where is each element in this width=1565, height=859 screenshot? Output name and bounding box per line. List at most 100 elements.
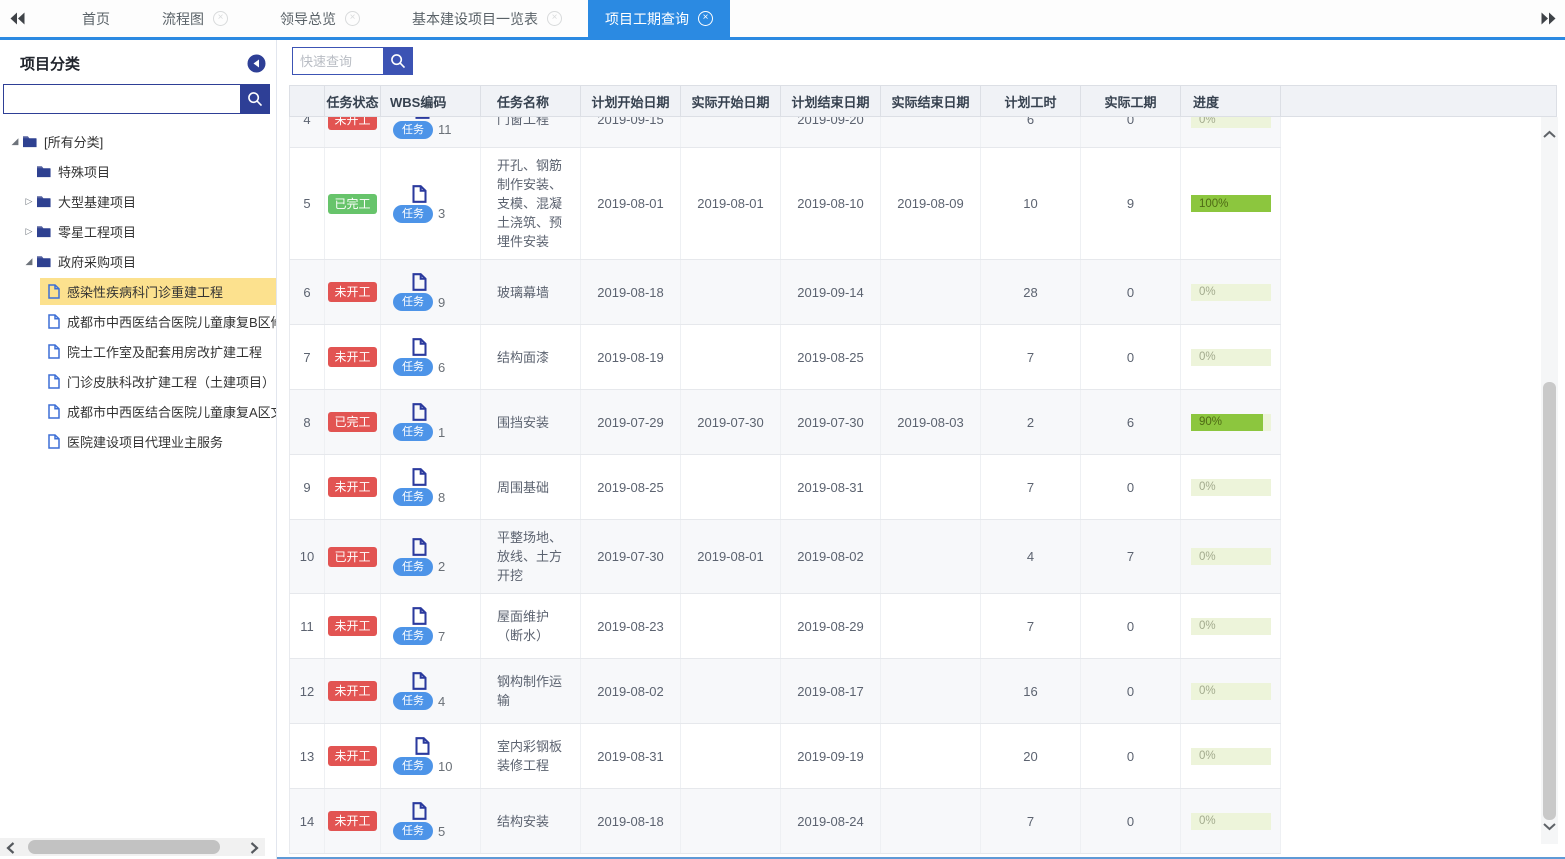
plan-end-date: 2019-08-24 xyxy=(781,789,881,853)
wbs-line: 任务 9 xyxy=(393,293,445,311)
table-row[interactable]: 7未开工任务6结构面漆2019-08-192019-08-25700% xyxy=(289,325,1281,390)
sidebar-search-button[interactable] xyxy=(240,85,269,113)
scroll-left-icon[interactable] xyxy=(6,841,15,859)
actual-duration: 0 xyxy=(1081,117,1181,148)
scroll-right-icon[interactable] xyxy=(250,841,259,859)
expand-icon[interactable]: ◢ xyxy=(8,136,22,147)
header-cell-task-status[interactable]: 任务状态 xyxy=(325,86,381,116)
tree-item-0[interactable]: ◢[所有分类] xyxy=(0,126,276,156)
tab-2[interactable]: 流程图× xyxy=(136,0,254,37)
tree-item-content: [所有分类] xyxy=(22,128,276,155)
header-cell-row-number[interactable] xyxy=(290,86,325,116)
header-cell-task-name[interactable]: 任务名称 xyxy=(481,86,581,116)
actual-end-date xyxy=(881,117,981,148)
tab-3[interactable]: 领导总览 × xyxy=(254,0,386,37)
row-number: 12 xyxy=(290,659,325,723)
scroll-down-icon[interactable] xyxy=(1543,818,1556,836)
tab-5[interactable]: 项目工期查询× xyxy=(588,0,730,37)
wbs-box: 任务7 xyxy=(393,607,445,645)
wbs-line: 任务11 xyxy=(393,121,452,139)
table-row[interactable]: 12未开工任务4钢构制作运输2019-08-022019-08-171600% xyxy=(289,659,1281,724)
header-cell-actual-start[interactable]: 实际开始日期 xyxy=(681,86,781,116)
quick-search-button[interactable] xyxy=(383,48,412,74)
actual-end-date xyxy=(881,455,981,519)
header-cell-actual-duration[interactable]: 实际工期 xyxy=(1081,86,1181,116)
progress-bar: 0% xyxy=(1191,618,1271,635)
progress-label: 0% xyxy=(1199,813,1216,830)
table-row[interactable]: 10已开工任务2平整场地、放线、土方开挖2019-07-302019-08-01… xyxy=(289,520,1281,594)
expand-icon[interactable]: ▷ xyxy=(22,226,36,237)
plan-end-date: 2019-08-02 xyxy=(781,520,881,593)
tree-item-6[interactable]: 成都市中西医结合医院儿童康复B区修缮 xyxy=(0,306,276,336)
table-row[interactable]: 8已完工任务1围挡安装2019-07-292019-07-302019-07-3… xyxy=(289,390,1281,455)
tree-item-label: 成都市中西医结合医院儿童康复A区文化 xyxy=(67,402,277,421)
tree-item-10[interactable]: 医院建设项目代理业主服务 xyxy=(0,426,276,456)
actual-start-date xyxy=(681,117,781,148)
tree-item-1[interactable]: 特殊项目 xyxy=(0,156,276,186)
status-badge: 未开工 xyxy=(328,117,376,130)
header-cell-plan-hours[interactable]: 计划工时 xyxy=(981,86,1081,116)
progress-label: 0% xyxy=(1199,683,1216,700)
tree-item-content: 成都市中西医结合医院儿童康复B区修缮 xyxy=(40,308,276,335)
tab-close-icon[interactable]: × xyxy=(345,11,360,26)
scroll-tabs-right-icon[interactable] xyxy=(1531,0,1565,37)
tree-item-7[interactable]: 院士工作室及配套用房改扩建工程 xyxy=(0,336,276,366)
task-name: 开孔、钢筋制作安装、支模、混凝土浇筑、预埋件安装 xyxy=(481,148,581,259)
table-row[interactable]: 4未开工任务11门窗工程2019-09-152019-09-20600% xyxy=(289,117,1281,148)
table-vscrollbar[interactable] xyxy=(1541,117,1558,844)
actual-end-date: 2019-08-09 xyxy=(881,148,981,259)
plan-hours: 6 xyxy=(981,117,1081,148)
tree-item-5[interactable]: 感染性疾病科门诊重建工程 xyxy=(0,276,276,306)
header-cell-progress[interactable]: 进度 xyxy=(1181,86,1281,116)
task-badge: 任务 xyxy=(393,293,433,311)
folder-icon xyxy=(22,135,37,148)
tree-item-2[interactable]: ▷大型基建项目 xyxy=(0,186,276,216)
sidebar-search-input[interactable] xyxy=(4,85,240,113)
tree-item-label: 医院建设项目代理业主服务 xyxy=(67,432,223,451)
expand-icon[interactable]: ▷ xyxy=(22,196,36,207)
header-cell-plan-end[interactable]: 计划结束日期 xyxy=(781,86,881,116)
table-row[interactable]: 13未开工任务10室内彩钢板装修工程2019-08-312019-09-1920… xyxy=(289,724,1281,789)
tab-4[interactable]: 基本建设项目一览表× xyxy=(386,0,588,37)
sidebar-collapse-button[interactable] xyxy=(247,54,266,73)
wbs-number: 8 xyxy=(438,490,445,505)
tree-hscrollbar[interactable] xyxy=(0,838,265,856)
plan-end-date: 2019-08-25 xyxy=(781,325,881,389)
table-row[interactable]: 6未开工任务9玻璃幕墙2019-08-182019-09-142800% xyxy=(289,260,1281,325)
scroll-up-icon[interactable] xyxy=(1543,125,1556,143)
plan-hours: 7 xyxy=(981,325,1081,389)
plan-start-date: 2019-08-31 xyxy=(581,724,681,788)
plan-start-date: 2019-07-29 xyxy=(581,390,681,454)
wbs-number: 9 xyxy=(438,295,445,310)
actual-duration: 0 xyxy=(1081,659,1181,723)
progress-bar: 0% xyxy=(1191,349,1271,366)
header-cell-wbs-code[interactable]: WBS编码 xyxy=(381,86,481,116)
table-row[interactable]: 5已完工任务3开孔、钢筋制作安装、支模、混凝土浇筑、预埋件安装2019-08-0… xyxy=(289,148,1281,260)
tab-close-icon[interactable]: × xyxy=(698,11,713,26)
status-cell: 未开工 xyxy=(325,117,381,148)
tab-label: 领导总览 xyxy=(280,9,336,29)
scroll-tabs-left-icon[interactable] xyxy=(0,0,34,37)
table-row[interactable]: 11未开工任务7屋面维护（断水）2019-08-232019-08-29700% xyxy=(289,594,1281,659)
table-row[interactable]: 9未开工任务8周围基础2019-08-252019-08-31700% xyxy=(289,455,1281,520)
actual-start-date xyxy=(681,325,781,389)
progress-label: 0% xyxy=(1199,479,1216,496)
tab-close-icon[interactable]: × xyxy=(213,11,228,26)
file-icon xyxy=(48,284,60,299)
tree-item-8[interactable]: 门诊皮肤科改扩建工程（土建项目） xyxy=(0,366,276,396)
folder-icon xyxy=(36,225,51,238)
table-row[interactable]: 14未开工任务5结构安装2019-08-182019-08-24700% xyxy=(289,789,1281,854)
header-cell-actual-end[interactable]: 实际结束日期 xyxy=(881,86,981,116)
plan-end-date: 2019-09-14 xyxy=(781,260,881,324)
tab-close-icon[interactable]: × xyxy=(547,11,562,26)
header-cell-plan-start[interactable]: 计划开始日期 xyxy=(581,86,681,116)
expand-icon[interactable]: ◢ xyxy=(22,256,36,267)
wbs-box: 任务2 xyxy=(393,538,445,576)
vscroll-thumb[interactable] xyxy=(1543,382,1556,820)
tree-item-4[interactable]: ◢政府采购项目 xyxy=(0,246,276,276)
hscroll-thumb[interactable] xyxy=(28,840,220,854)
tree-item-9[interactable]: 成都市中西医结合医院儿童康复A区文化 xyxy=(0,396,276,426)
tab-1[interactable]: 首页 xyxy=(56,0,136,37)
tree-item-3[interactable]: ▷零星工程项目 xyxy=(0,216,276,246)
quick-search-input[interactable] xyxy=(293,48,383,74)
